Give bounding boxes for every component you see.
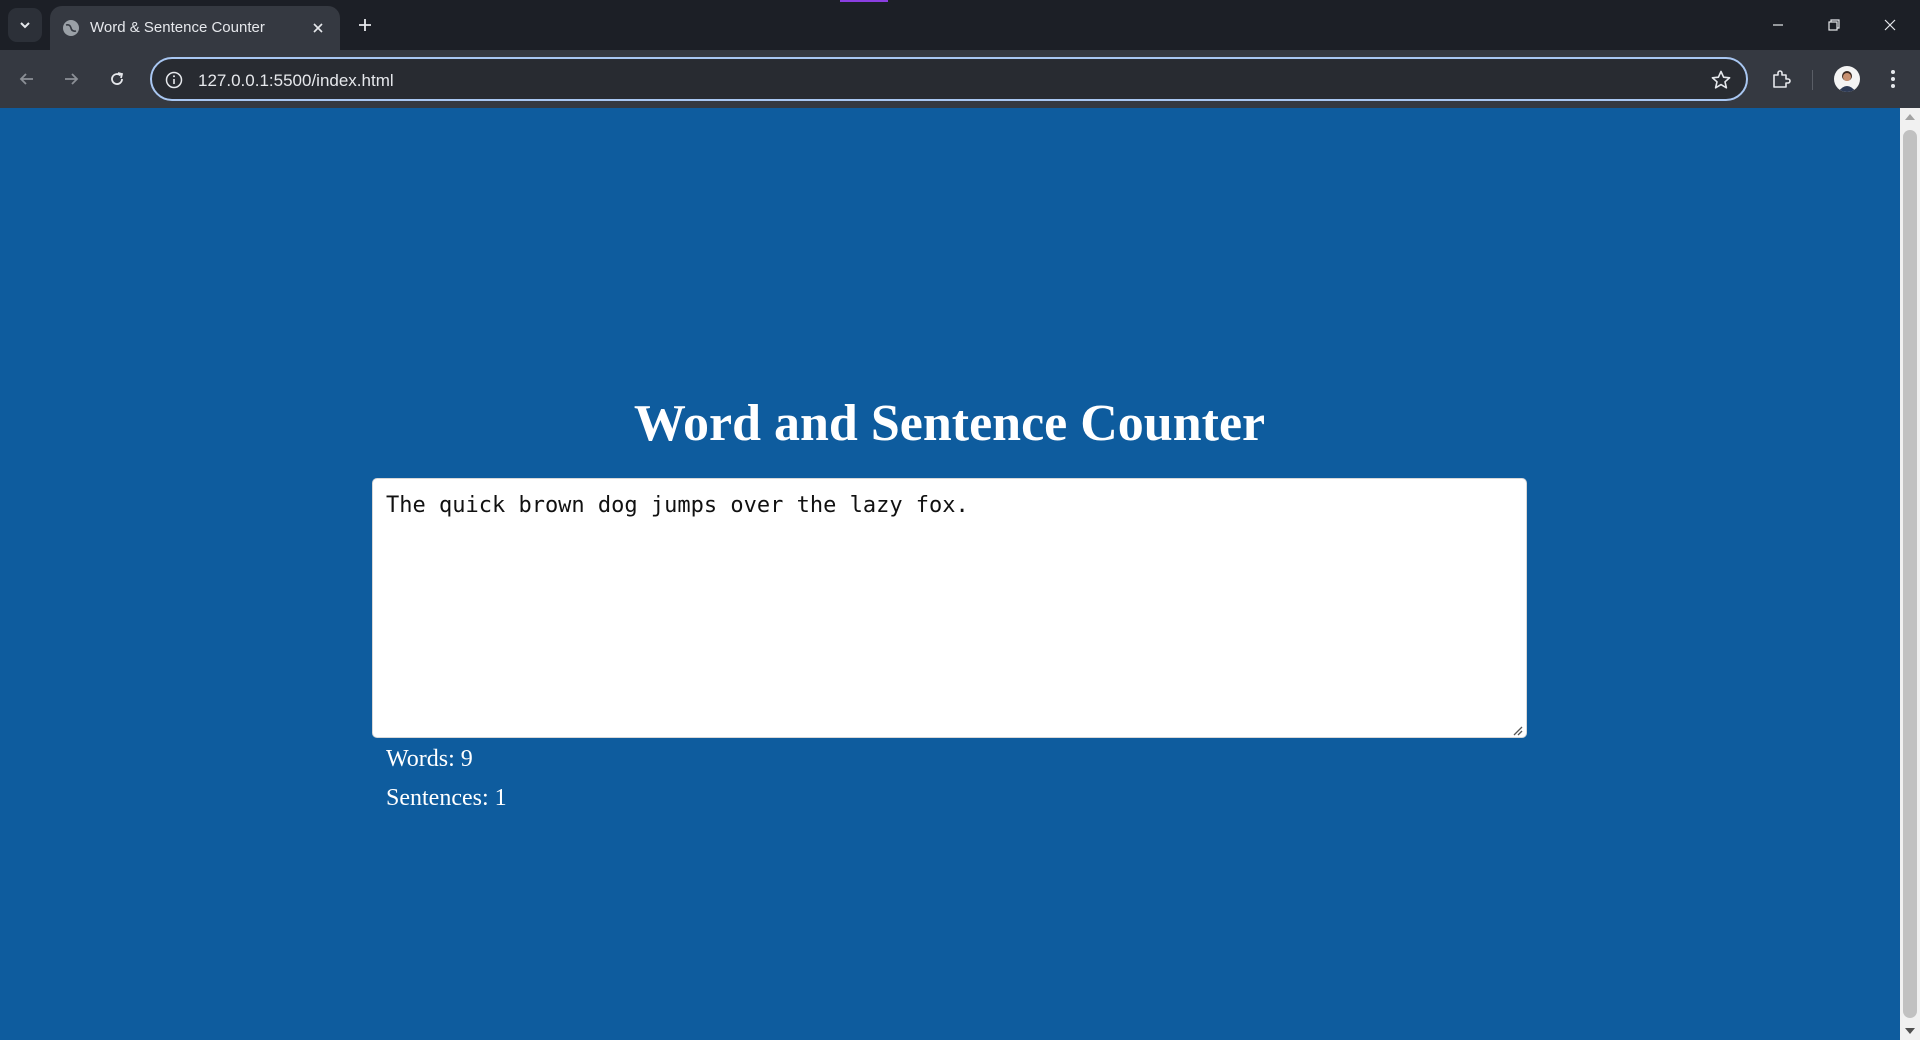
url-text[interactable]: 127.0.0.1:5500/index.html — [198, 71, 394, 91]
browser-toolbar: 127.0.0.1:5500/index.html — [0, 50, 1920, 108]
forward-button[interactable] — [56, 64, 86, 94]
scroll-down-arrow-icon[interactable] — [1905, 1028, 1915, 1034]
sentence-count: Sentences: 1 — [386, 785, 507, 811]
star-icon[interactable] — [1710, 69, 1732, 91]
extensions-button[interactable] — [1766, 64, 1796, 94]
profile-icon — [1838, 71, 1856, 92]
tab-title: Word & Sentence Counter — [90, 19, 265, 36]
address-bar[interactable]: 127.0.0.1:5500/index.html — [150, 57, 1748, 101]
tab-search-button[interactable] — [8, 8, 42, 42]
resize-grip-icon[interactable] — [1511, 724, 1523, 736]
minimize-button[interactable] — [1758, 10, 1798, 40]
minimize-icon — [1773, 24, 1783, 26]
avatar[interactable] — [1834, 66, 1860, 92]
text-input[interactable] — [372, 478, 1527, 738]
vertical-scrollbar[interactable] — [1900, 108, 1920, 1040]
tab-strip: Word & Sentence Counter — [0, 0, 1920, 50]
counter-container: Word and Sentence Counter Words: 9 Sente… — [372, 394, 1527, 811]
kebab-menu-icon — [1891, 70, 1895, 88]
scroll-thumb[interactable] — [1903, 130, 1917, 1018]
page-title: Word and Sentence Counter — [633, 395, 1266, 452]
scroll-up-arrow-icon[interactable] — [1905, 114, 1915, 120]
back-button[interactable] — [12, 64, 42, 94]
restore-icon — [1828, 19, 1840, 31]
reload-icon — [111, 72, 124, 85]
globe-icon — [63, 20, 79, 36]
new-tab-button[interactable] — [352, 12, 378, 38]
back-icon — [19, 73, 33, 85]
chevron-down-icon — [20, 22, 30, 29]
accent-bar — [840, 0, 888, 2]
close-window-icon — [1884, 19, 1896, 31]
forward-icon — [65, 73, 79, 85]
page-viewport: Word and Sentence Counter Words: 9 Sente… — [0, 108, 1900, 1040]
extensions-icon — [1773, 70, 1791, 88]
restore-button[interactable] — [1814, 10, 1854, 40]
info-icon[interactable] — [164, 70, 184, 90]
close-window-button[interactable] — [1870, 10, 1910, 40]
menu-button[interactable] — [1878, 64, 1908, 94]
tab-active[interactable]: Word & Sentence Counter — [50, 6, 340, 50]
toolbar-separator — [1812, 70, 1813, 90]
close-icon — [313, 23, 323, 33]
tab-close-button[interactable] — [308, 18, 328, 38]
plus-icon — [359, 19, 371, 31]
word-count: Words: 9 — [386, 746, 473, 772]
reload-button[interactable] — [102, 64, 132, 94]
